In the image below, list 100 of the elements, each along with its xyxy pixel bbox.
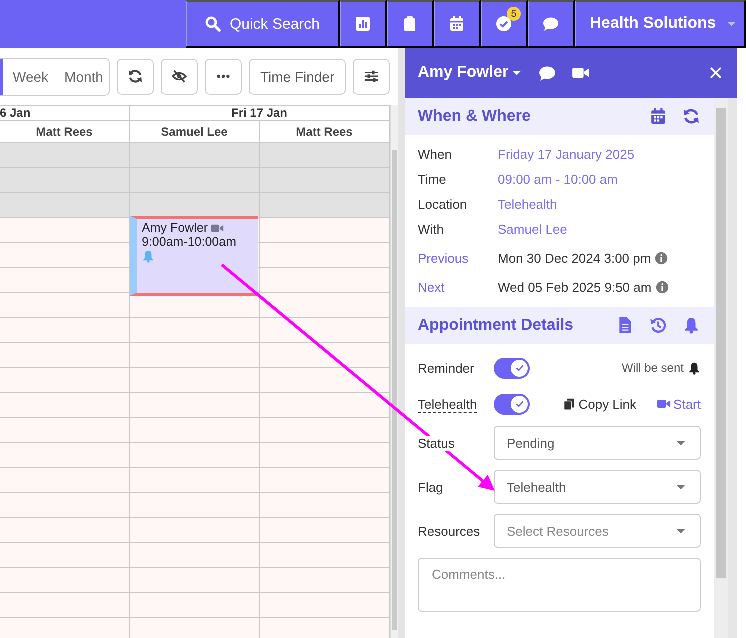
time-slot[interactable] <box>0 293 129 318</box>
bell-icon <box>683 317 700 334</box>
time-slot[interactable] <box>0 243 129 268</box>
time-slot[interactable] <box>0 318 129 343</box>
time-slot[interactable] <box>260 143 389 168</box>
calendar-button[interactable] <box>650 108 667 125</box>
time-slot[interactable] <box>130 393 259 418</box>
appointment-card[interactable]: Amy Fowler 9:00am-10:00am <box>130 216 258 296</box>
time-slot[interactable] <box>260 493 389 518</box>
appointment-link[interactable]: Next <box>418 280 498 295</box>
nav-button[interactable] <box>340 0 387 48</box>
time-slot[interactable] <box>0 543 129 568</box>
field-value: Friday 17 January 2025 <box>498 147 636 162</box>
appointment-title: Amy Fowler <box>142 221 208 235</box>
time-slot[interactable] <box>130 368 259 393</box>
time-slot[interactable] <box>130 468 259 493</box>
time-slot[interactable] <box>0 368 129 393</box>
account-menu[interactable]: Health Solutions <box>575 0 746 48</box>
time-slot[interactable] <box>0 493 129 518</box>
appointment-date: Mon 30 Dec 2024 3:00 pm <box>498 251 652 266</box>
quick-search-button[interactable]: Quick Search <box>186 0 340 48</box>
field-value: 09:00 am - 10:00 am <box>498 172 619 187</box>
time-slot[interactable] <box>0 268 129 293</box>
time-slot[interactable] <box>130 443 259 468</box>
time-slot[interactable] <box>0 393 129 418</box>
time-slot[interactable] <box>130 343 259 368</box>
time-slot[interactable] <box>260 318 389 343</box>
message-button[interactable] <box>538 64 556 82</box>
time-slot[interactable] <box>0 143 129 168</box>
chart-icon <box>355 16 371 32</box>
info-icon <box>656 281 669 294</box>
time-slot[interactable] <box>130 318 259 343</box>
more-button[interactable] <box>205 58 242 94</box>
filters-button[interactable] <box>352 58 390 94</box>
time-slot[interactable] <box>260 568 389 593</box>
select-field[interactable]: Pending <box>494 426 701 460</box>
time-slot[interactable] <box>130 543 259 568</box>
notes-button[interactable] <box>617 317 634 334</box>
copy-link-button[interactable]: Copy Link <box>562 396 637 412</box>
scrollbar[interactable] <box>714 98 728 638</box>
section-title: Appointment Details <box>418 316 575 334</box>
select-field[interactable]: Telehealth <box>494 470 701 504</box>
time-slot[interactable] <box>130 418 259 443</box>
refresh-button[interactable] <box>117 58 154 94</box>
bell-icon <box>688 362 701 374</box>
appointment-link[interactable]: Previous <box>418 251 498 266</box>
time-slot[interactable] <box>0 443 129 468</box>
time-slot[interactable] <box>260 243 389 268</box>
time-slot[interactable] <box>0 418 129 443</box>
toggle-switch[interactable] <box>494 394 530 414</box>
time-slot[interactable] <box>130 168 259 193</box>
time-slot[interactable] <box>260 443 389 468</box>
time-slot[interactable] <box>260 368 389 393</box>
time-slot[interactable] <box>0 593 129 618</box>
comments-field[interactable]: Comments... <box>418 558 701 612</box>
time-slot[interactable] <box>260 293 389 318</box>
staff-name: Matt Rees <box>296 124 353 138</box>
time-slot[interactable] <box>0 193 129 218</box>
scrollbar[interactable] <box>390 105 398 638</box>
time-slot[interactable] <box>0 518 129 543</box>
time-slot[interactable] <box>260 193 389 218</box>
client-menu[interactable]: Amy Fowler <box>418 64 523 82</box>
document-icon <box>617 317 634 334</box>
time-slot[interactable] <box>0 468 129 493</box>
reminder-label: Reminder <box>418 360 476 376</box>
refresh-button[interactable] <box>683 108 700 125</box>
time-slot[interactable] <box>130 193 259 218</box>
start-button[interactable]: Start <box>656 396 701 412</box>
close-button[interactable] <box>709 66 723 80</box>
time-slot[interactable] <box>260 343 389 368</box>
time-slot[interactable] <box>260 268 389 293</box>
time-slot[interactable] <box>260 168 389 193</box>
time-slot[interactable] <box>260 593 389 618</box>
time-slot[interactable] <box>260 468 389 493</box>
toggle-switch[interactable] <box>494 358 530 378</box>
select-field[interactable]: Select Resources <box>494 514 701 548</box>
time-finder-button[interactable]: Time Finder <box>249 58 346 94</box>
hide-button[interactable] <box>161 58 198 94</box>
time-slot[interactable] <box>260 418 389 443</box>
history-button[interactable] <box>650 317 667 334</box>
copy-icon <box>562 398 576 410</box>
time-slot[interactable] <box>0 218 129 243</box>
time-slot[interactable] <box>130 143 259 168</box>
time-slot[interactable] <box>260 393 389 418</box>
clipboard-icon <box>402 16 418 32</box>
time-slot[interactable] <box>0 168 129 193</box>
time-slot[interactable] <box>130 593 259 618</box>
time-slot[interactable] <box>260 518 389 543</box>
staff-name: Matt Rees <box>36 124 93 138</box>
time-slot[interactable] <box>130 568 259 593</box>
time-slot[interactable] <box>0 568 129 593</box>
time-slot[interactable] <box>260 218 389 243</box>
time-slot[interactable] <box>130 518 259 543</box>
refresh-icon <box>128 69 144 84</box>
time-slot[interactable] <box>0 343 129 368</box>
time-slot[interactable] <box>130 493 259 518</box>
search-icon <box>204 16 221 32</box>
chat-icon <box>543 16 559 32</box>
time-slot[interactable] <box>260 543 389 568</box>
notification-button[interactable] <box>683 317 700 334</box>
